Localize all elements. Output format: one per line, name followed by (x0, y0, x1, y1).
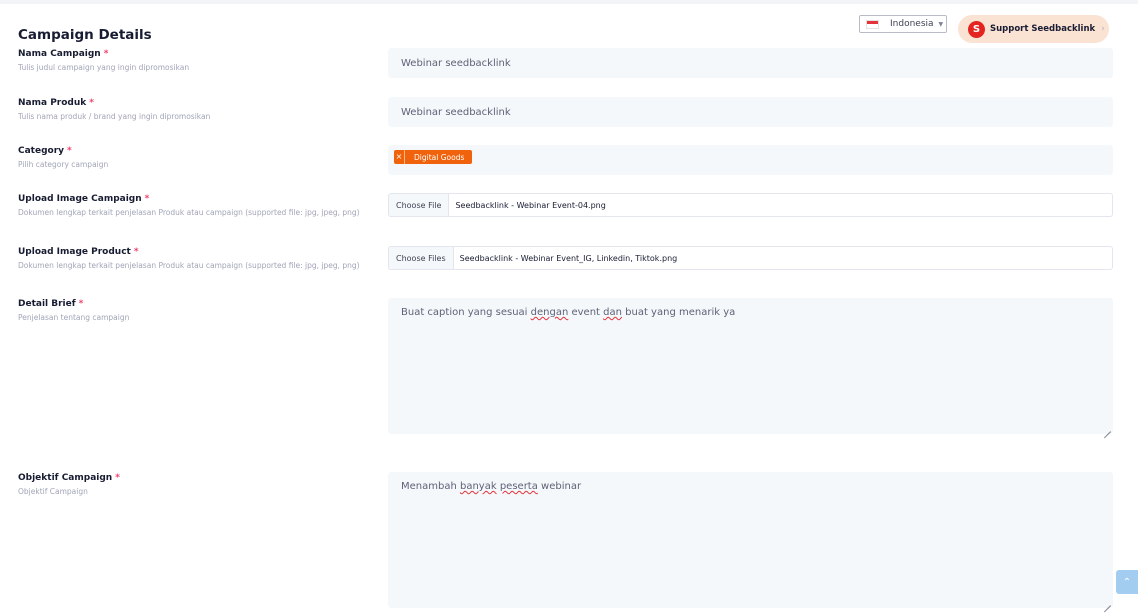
caret-down-icon: ▼ (938, 20, 944, 28)
detail-brief-help: Penjelasan tentang campaign (18, 313, 130, 322)
required-marker: * (103, 49, 109, 59)
upload-image-product-input[interactable]: Choose Files Seedbacklink - Webinar Even… (388, 246, 1113, 270)
indonesia-flag-icon (866, 19, 879, 29)
objektif-campaign-help: Objektif Campaign (18, 487, 88, 496)
upload-image-product-label: Upload Image Product * (18, 247, 139, 257)
support-button[interactable]: S Support Seedbacklink › (958, 15, 1109, 43)
required-marker: * (67, 146, 72, 156)
category-tag-label: Digital Goods (414, 152, 465, 162)
chevron-right-icon: › (1101, 24, 1105, 34)
nama-campaign-label: Nama Campaign * (18, 49, 109, 59)
upload-image-campaign-input[interactable]: Choose File Seedbacklink - Webinar Event… (388, 193, 1113, 217)
category-tag: × Digital Goods (394, 150, 473, 164)
detail-brief-label: Detail Brief * (18, 299, 84, 309)
remove-tag-icon[interactable]: × (394, 150, 405, 164)
support-button-label: Support Seedbacklink (990, 24, 1096, 34)
nama-produk-label: Nama Produk * (18, 98, 94, 108)
arrow-up-icon: ⌃ (1122, 576, 1132, 588)
category-label: Category * (18, 146, 72, 156)
selected-file-name: Seedbacklink - Webinar Event_IG, Linkedi… (459, 253, 678, 263)
resize-handle-icon[interactable] (1104, 425, 1111, 432)
language-label: Indonesia (890, 19, 934, 29)
upload-image-campaign-label: Upload Image Campaign * (18, 194, 150, 204)
objektif-campaign-textarea[interactable]: Menambah banyak peserta webinar (388, 472, 1113, 608)
choose-files-button[interactable]: Choose Files (389, 247, 454, 269)
required-marker: * (89, 98, 94, 108)
required-marker: * (144, 194, 150, 204)
upload-image-product-help: Dokumen lengkap terkait penjelasan Produ… (18, 261, 360, 270)
upload-image-campaign-help: Dokumen lengkap terkait penjelasan Produ… (18, 208, 360, 217)
selected-file-name: Seedbacklink - Webinar Event-04.png (455, 200, 606, 210)
objektif-campaign-label: Objektif Campaign * (18, 473, 120, 483)
required-marker: * (115, 473, 120, 483)
category-select[interactable] (388, 145, 1113, 175)
nama-campaign-input[interactable]: Webinar seedbacklink (388, 48, 1113, 78)
required-marker: * (78, 299, 84, 309)
language-select[interactable]: Indonesia ▼ (859, 15, 947, 33)
top-bar-edge (0, 0, 1138, 4)
category-help: Pilih category campaign (18, 160, 109, 169)
detail-brief-textarea[interactable]: Buat caption yang sesuai dengan event da… (388, 298, 1113, 434)
resize-handle-icon[interactable] (1104, 599, 1111, 606)
scroll-to-top-button[interactable]: ⌃ (1116, 570, 1138, 594)
nama-campaign-help: Tulis judul campaign yang ingin dipromos… (18, 63, 190, 72)
page-title: Campaign Details (18, 27, 152, 43)
nama-produk-help: Tulis nama produk / brand yang ingin dip… (18, 112, 211, 121)
seedbacklink-logo-icon: S (968, 20, 985, 38)
choose-file-button[interactable]: Choose File (389, 194, 450, 216)
required-marker: * (133, 247, 139, 257)
nama-produk-input[interactable]: Webinar seedbacklink (388, 97, 1113, 127)
